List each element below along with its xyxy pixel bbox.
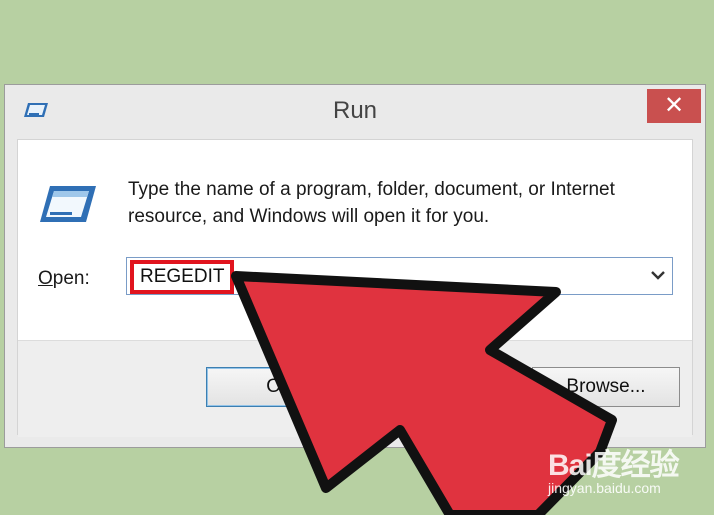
run-icon (40, 186, 96, 222)
baidu-watermark: Bai度经验 jingyan.baidu.com (548, 440, 708, 500)
window-title: Run (332, 97, 378, 124)
open-label-text: pen: (52, 268, 90, 289)
open-label-accelerator: O (38, 268, 53, 289)
open-input-value[interactable]: REGEDIT (130, 260, 235, 294)
dialog-body: Type the name of a program, folder, docu… (17, 139, 693, 437)
description-text: Type the name of a program, folder, docu… (128, 179, 615, 227)
browse-button[interactable]: Browse... (532, 367, 680, 407)
close-icon: ✕ (663, 92, 685, 119)
run-dialog-window: Run ✕ Type the name of a program, folder… (4, 84, 706, 448)
chevron-down-icon[interactable] (650, 266, 666, 284)
button-bar: OK Browse... (18, 340, 692, 437)
title-bar[interactable]: Run ✕ (5, 85, 705, 135)
watermark-logo: Bai度经验 (548, 449, 680, 482)
open-combobox[interactable]: REGEDIT (126, 257, 673, 295)
close-button[interactable]: ✕ (647, 89, 701, 123)
open-label: Open: (38, 268, 90, 290)
watermark-url: jingyan.baidu.com (548, 480, 661, 496)
ok-button[interactable]: OK (206, 367, 354, 407)
